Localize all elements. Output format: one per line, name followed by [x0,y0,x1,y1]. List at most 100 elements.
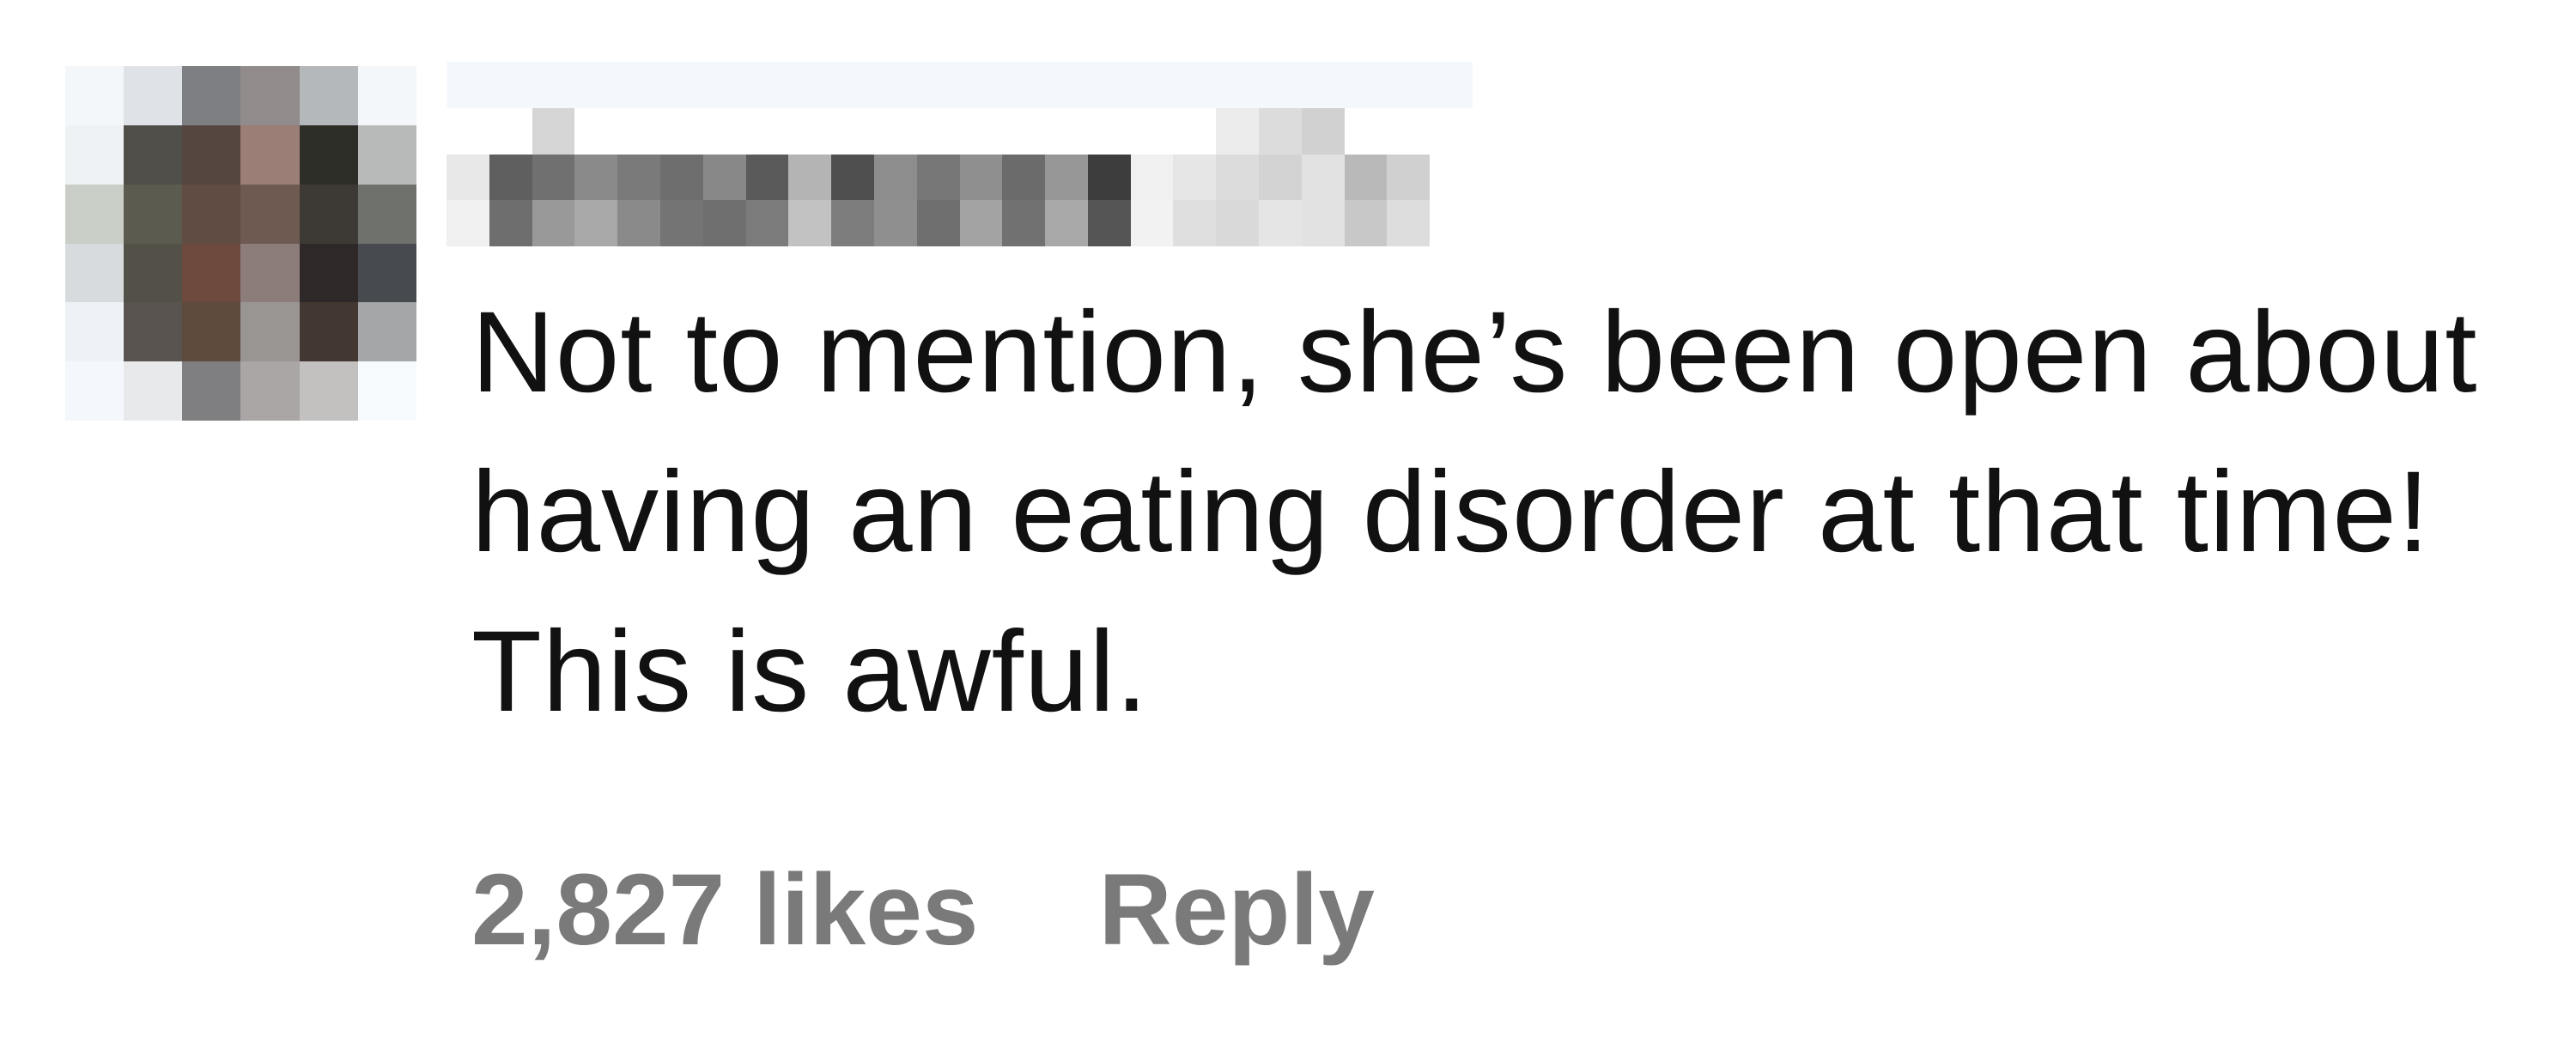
avatar-pixel [182,184,241,244]
avatar-pixel [124,124,183,185]
username-pixel [1216,62,1260,108]
avatar-pixel [240,243,300,303]
username-pixel [1045,154,1088,201]
comment-meta: 2,827 likes Reply [471,846,1375,974]
avatar[interactable] [65,66,416,421]
username-pixel [1173,154,1217,201]
likes-count[interactable]: 2,827 likes [471,852,979,968]
avatar-pixel [65,66,125,125]
username-pixel [702,200,746,246]
username-pixel [617,154,660,201]
username-pixel [1387,62,1431,108]
avatar-pixel [357,66,416,125]
username-pixel [1216,200,1260,246]
avatar-pixel [65,184,125,244]
username-pixel [1130,107,1174,155]
username-pixel [1430,107,1473,155]
username-pixel [1087,62,1131,108]
username-pixel [1430,200,1473,246]
avatar-pixel [240,124,300,185]
username-pixel [574,107,618,155]
username-pixel [1045,200,1088,246]
username-pixel [659,200,703,246]
avatar-pixel [65,124,125,185]
avatar-pixel [182,243,241,303]
username-pixel [745,107,789,155]
username-pixel [702,62,746,108]
username-pixelated[interactable] [447,62,1473,246]
username-pixel [1173,200,1217,246]
username-pixel [959,200,1003,246]
avatar-pixel [124,243,183,303]
username-pixel [1216,154,1260,201]
username-pixel [489,107,532,155]
username-pixel [788,200,832,246]
username-pixel [1301,107,1345,155]
username-pixel [1130,154,1174,201]
avatar-pixel [124,302,183,362]
avatar-pixel [65,302,125,362]
avatar-pixel [240,184,300,244]
avatar-pixel [182,124,241,185]
username-pixel [916,154,960,201]
avatar-pixel [124,361,183,421]
username-pixel [489,200,532,246]
username-pixel [1002,200,1046,246]
username-pixel [574,200,618,246]
avatar-pixel [357,184,416,244]
username-pixel [873,107,917,155]
username-pixel [745,154,789,201]
avatar-pixel [299,66,358,125]
username-pixel [702,107,746,155]
username-pixel [1344,107,1388,155]
username-pixel [1344,200,1388,246]
username-pixel [788,62,832,108]
username-pixel [745,200,789,246]
username-pixel [489,62,532,108]
username-pixel [873,200,917,246]
username-pixel [1301,200,1345,246]
username-pixel [1344,62,1388,108]
username-pixel [659,62,703,108]
username-pixel [574,62,618,108]
username-pixel [1130,62,1174,108]
username-pixel [1259,154,1302,201]
avatar-pixel [182,302,241,362]
username-pixel [1002,62,1046,108]
username-pixel [1259,200,1302,246]
username-pixel [532,154,575,201]
username-pixel [1387,107,1431,155]
username-pixel [617,62,660,108]
username-pixel [788,154,832,201]
username-pixel [1387,154,1431,201]
username-pixel [916,62,960,108]
username-pixel [447,107,489,155]
username-pixel [831,200,874,246]
avatar-pixel [299,302,358,362]
username-pixel [1301,154,1345,201]
username-pixel [532,200,575,246]
username-pixel [617,200,660,246]
username-pixel [1344,154,1388,201]
username-pixel [831,107,874,155]
username-pixel [1216,107,1260,155]
username-pixel [1301,62,1345,108]
username-pixel [489,154,532,201]
avatar-pixel [299,124,358,185]
avatar-pixel [65,361,125,421]
username-pixel [1045,107,1088,155]
reply-button[interactable]: Reply [1099,852,1375,968]
username-pixel [1173,62,1217,108]
username-pixel [617,107,660,155]
username-pixel [831,62,874,108]
avatar-pixel [357,361,416,421]
username-pixel [1387,200,1431,246]
username-pixel [1087,107,1131,155]
username-pixel [873,62,917,108]
username-pixel [959,62,1003,108]
username-pixel [1087,154,1131,201]
username-pixel [532,62,575,108]
avatar-pixel [240,361,300,421]
avatar-pixel [124,184,183,244]
avatar-pixel [182,361,241,421]
